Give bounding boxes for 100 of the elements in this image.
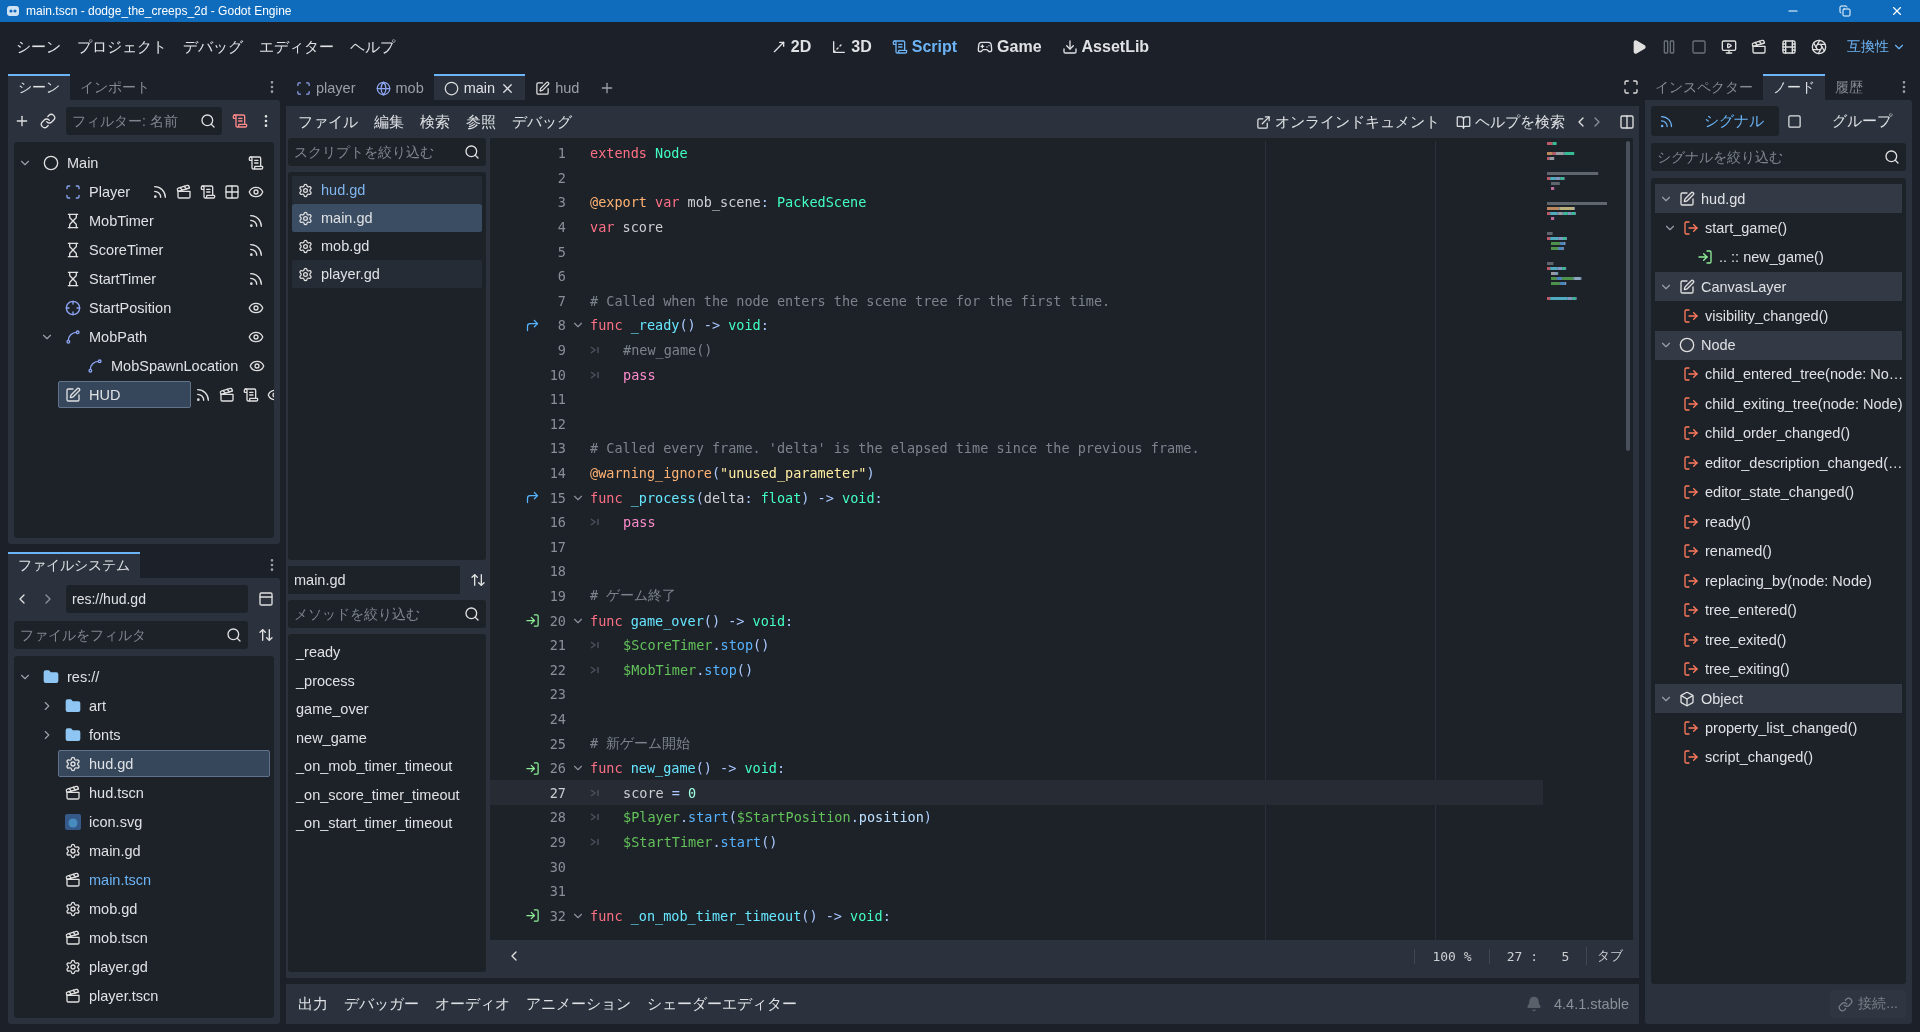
signal-icon[interactable] bbox=[248, 270, 264, 287]
script-item[interactable]: mob.gd bbox=[292, 232, 482, 260]
clapperboard-icon[interactable] bbox=[219, 386, 235, 403]
dock-tab[interactable]: ファイルシステム bbox=[8, 552, 140, 578]
link-icon[interactable] bbox=[40, 113, 56, 129]
method-item[interactable]: _on_start_timer_timeout bbox=[292, 809, 482, 838]
filter-field[interactable]: フィルター: 名前 bbox=[66, 107, 222, 135]
scene-node[interactable]: StartTimer bbox=[58, 265, 164, 292]
script-item[interactable]: hud.gd bbox=[292, 176, 482, 204]
restore-icon[interactable] bbox=[1839, 5, 1851, 17]
scene-node[interactable]: MobTimer bbox=[58, 207, 161, 234]
scene-node[interactable]: Player bbox=[58, 178, 138, 205]
method-item[interactable]: _on_score_timer_timeout bbox=[292, 780, 482, 809]
document-tab[interactable]: main bbox=[433, 74, 526, 100]
menu-item[interactable]: ヘルプ bbox=[342, 33, 403, 61]
dock-tab[interactable]: ノード bbox=[1763, 74, 1825, 100]
connection-item[interactable]: .. :: new_game() bbox=[1719, 249, 1824, 266]
scroll-icon[interactable] bbox=[232, 113, 248, 129]
document-tab[interactable]: player bbox=[286, 74, 366, 100]
file-item[interactable]: fonts bbox=[58, 721, 270, 748]
renderer-dropdown[interactable]: 互換性 bbox=[1841, 37, 1912, 57]
file-item[interactable]: mob.gd bbox=[58, 895, 270, 922]
signal-icon[interactable] bbox=[152, 183, 168, 200]
menu-item[interactable]: エディター bbox=[251, 33, 342, 61]
scene-node[interactable]: Main bbox=[36, 149, 106, 176]
signal-item[interactable]: replacing_by(node: Node) bbox=[1705, 572, 1872, 589]
zoom-level[interactable]: 100 % bbox=[1414, 948, 1489, 964]
signal-item[interactable]: child_exiting_tree(node: Node) bbox=[1705, 395, 1903, 412]
file-item[interactable]: res:// bbox=[36, 663, 270, 690]
signal-item[interactable]: tree_exiting() bbox=[1705, 661, 1790, 678]
bottom-panel-tab[interactable]: オーディオ bbox=[427, 990, 518, 1018]
signal-item[interactable]: child_entered_tree(node: No… bbox=[1705, 366, 1904, 383]
signal-item[interactable]: renamed() bbox=[1705, 543, 1772, 560]
signal-item[interactable]: tree_exited() bbox=[1705, 631, 1787, 648]
workspace-tab[interactable]: 2D bbox=[760, 34, 822, 60]
plus-icon[interactable] bbox=[14, 113, 30, 129]
fullscreen-icon[interactable] bbox=[1623, 79, 1639, 95]
file-item[interactable]: art bbox=[58, 692, 270, 719]
file-item[interactable]: main.tscn bbox=[58, 866, 270, 893]
file-item[interactable]: player.tscn bbox=[58, 982, 270, 1009]
stop-icon[interactable] bbox=[1691, 39, 1707, 55]
indent-mode[interactable]: タブ bbox=[1586, 947, 1633, 965]
file-item[interactable]: hud.gd bbox=[58, 750, 270, 777]
file-item[interactable]: icon.svg bbox=[58, 808, 270, 835]
signal-item[interactable]: property_list_changed() bbox=[1705, 719, 1858, 736]
sort-icon[interactable] bbox=[258, 627, 274, 643]
menu-item[interactable]: 検索 bbox=[412, 108, 458, 136]
dock-tab[interactable]: シーン bbox=[8, 74, 70, 100]
bottom-panel-tab[interactable]: シェーダーエディター bbox=[639, 990, 805, 1018]
file-item[interactable]: player.gd bbox=[58, 953, 270, 980]
signal-item[interactable]: visibility_changed() bbox=[1705, 307, 1829, 324]
menu-item[interactable]: プロジェクト bbox=[69, 33, 175, 61]
help-link[interactable]: ヘルプを検索 bbox=[1448, 108, 1573, 136]
clapperboard-icon[interactable] bbox=[176, 183, 192, 200]
menu-item[interactable]: ファイル bbox=[290, 108, 366, 136]
menu-item[interactable]: 参照 bbox=[458, 108, 504, 136]
workspace-tab[interactable]: Script bbox=[881, 34, 968, 60]
file-item[interactable]: hud.tscn bbox=[58, 779, 270, 806]
dock-tab[interactable]: インポート bbox=[70, 74, 160, 100]
script-item[interactable]: main.gd bbox=[292, 204, 482, 232]
scene-node[interactable]: StartPosition bbox=[58, 294, 179, 321]
filter-field[interactable]: ファイルをフィルタ bbox=[14, 621, 248, 649]
signal-item[interactable]: child_order_changed() bbox=[1705, 425, 1851, 442]
method-item[interactable]: _process bbox=[292, 666, 482, 695]
dock-tab[interactable]: インスペクター bbox=[1645, 74, 1763, 100]
sort-icon[interactable] bbox=[470, 572, 486, 588]
menu-item[interactable]: シーン bbox=[8, 33, 69, 61]
method-item[interactable]: _ready bbox=[292, 638, 482, 667]
menu-item[interactable]: デバッグ bbox=[175, 33, 251, 61]
aperture-icon[interactable] bbox=[1811, 39, 1827, 55]
dock-tab[interactable]: 履歴 bbox=[1825, 74, 1873, 100]
subtab[interactable]: シグナル bbox=[1651, 106, 1779, 136]
scrollbar-thumb[interactable] bbox=[1626, 141, 1630, 451]
method-item[interactable]: new_game bbox=[292, 723, 482, 752]
signal-item[interactable]: tree_entered() bbox=[1705, 602, 1797, 619]
film-icon[interactable] bbox=[1781, 39, 1797, 55]
signal-item[interactable]: editor_description_changed(… bbox=[1705, 454, 1903, 471]
filter-field[interactable]: スクリプトを絞り込む bbox=[288, 138, 486, 166]
file-item[interactable]: main.gd bbox=[58, 837, 270, 864]
panel-icon[interactable] bbox=[1619, 114, 1635, 130]
signal-item[interactable]: editor_state_changed() bbox=[1705, 484, 1855, 501]
method-item[interactable]: game_over bbox=[292, 695, 482, 724]
pause-icon[interactable] bbox=[1661, 39, 1677, 55]
signal-item[interactable]: ready() bbox=[1705, 513, 1751, 530]
file-item[interactable]: mob.tscn bbox=[58, 924, 270, 951]
bottom-panel-tab[interactable]: デバッガー bbox=[336, 990, 427, 1018]
scene-node[interactable]: MobSpawnLocation bbox=[80, 352, 246, 379]
signal-icon[interactable] bbox=[248, 212, 264, 229]
signal-item[interactable]: script_changed() bbox=[1705, 749, 1813, 766]
signal-icon[interactable] bbox=[195, 386, 211, 403]
close-icon[interactable] bbox=[1890, 4, 1904, 18]
signal-item[interactable]: start_game() bbox=[1705, 219, 1788, 236]
filter-field[interactable]: メソッドを絞り込む bbox=[288, 600, 486, 628]
scene-node[interactable]: ScoreTimer bbox=[58, 236, 171, 263]
clapperboard-icon[interactable] bbox=[1751, 39, 1767, 55]
script-item[interactable]: player.gd bbox=[292, 260, 482, 288]
bottom-panel-tab[interactable]: アニメーション bbox=[518, 990, 639, 1018]
method-item[interactable]: _on_mob_timer_timeout bbox=[292, 752, 482, 781]
menu-item[interactable]: 編集 bbox=[366, 108, 412, 136]
monitor-icon[interactable] bbox=[1721, 39, 1737, 55]
